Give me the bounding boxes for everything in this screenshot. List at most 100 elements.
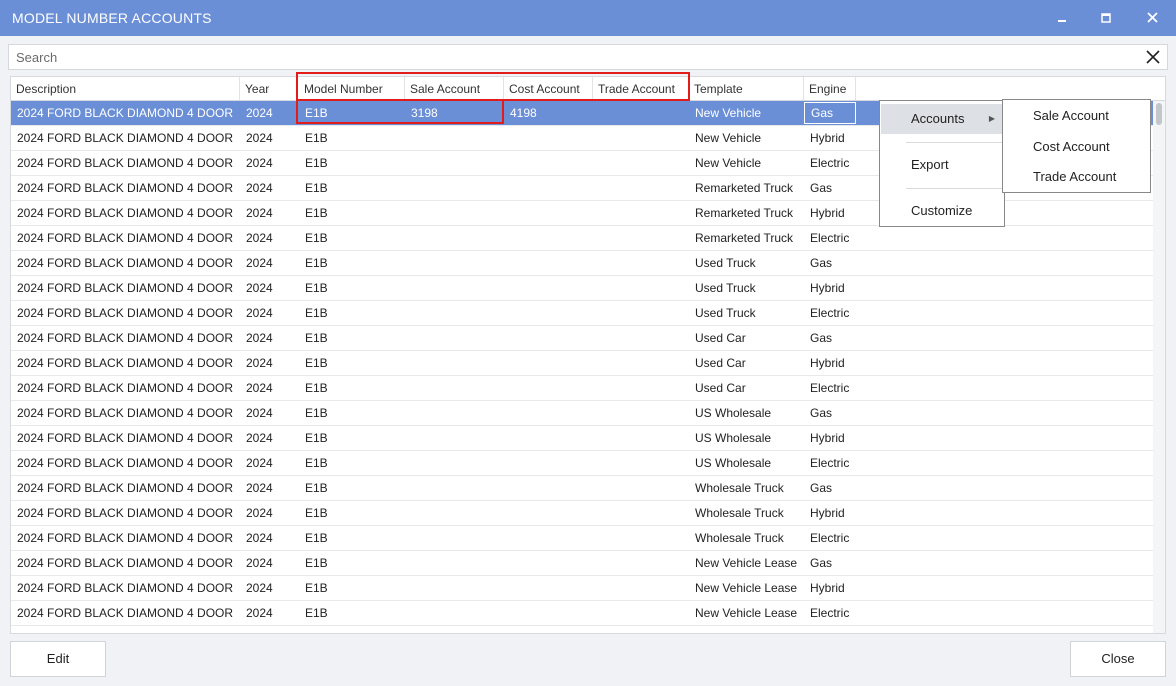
cell-template[interactable]: New Vehicle Lease <box>689 601 804 625</box>
cell-sale-account[interactable] <box>405 401 504 425</box>
cell-template[interactable]: Wholesale Truck <box>689 476 804 500</box>
cell-trade-account[interactable] <box>593 151 689 175</box>
cell-template[interactable]: Used Car <box>689 326 804 350</box>
cell-cost-account[interactable] <box>504 276 593 300</box>
cell-year[interactable]: 2024 <box>240 176 299 200</box>
cell-cost-account[interactable] <box>504 576 593 600</box>
table-row[interactable]: 2024 FORD BLACK DIAMOND 4 DOOR 2024 E1B New… <box>11 551 1154 576</box>
cell-year[interactable]: 2024 <box>240 351 299 375</box>
cell-sale-account[interactable] <box>405 426 504 450</box>
cell-description[interactable]: 2024 FORD BLACK DIAMOND 4 DOOR <box>11 476 240 500</box>
cell-engine[interactable]: Gas <box>804 401 856 425</box>
cell-cost-account[interactable] <box>504 126 593 150</box>
cell-engine[interactable]: Hybrid <box>804 276 856 300</box>
cell-model-number[interactable]: E1B <box>299 476 405 500</box>
cell-template[interactable]: Wholesale Truck <box>689 526 804 550</box>
cell-year[interactable]: 2024 <box>240 451 299 475</box>
cell-year[interactable]: 2024 <box>240 501 299 525</box>
cell-sale-account[interactable] <box>405 376 504 400</box>
cell-trade-account[interactable] <box>593 276 689 300</box>
cell-year[interactable]: 2024 <box>240 201 299 225</box>
cell-sale-account[interactable] <box>405 201 504 225</box>
table-row[interactable]: 2024 FORD BLACK DIAMOND 4 DOOR 2024 E1B US … <box>11 451 1154 476</box>
cell-engine[interactable]: Electric <box>804 601 856 625</box>
table-row[interactable]: 2024 FORD BLACK DIAMOND 4 DOOR 2024 E1B Use… <box>11 326 1154 351</box>
cell-year[interactable]: 2024 <box>240 576 299 600</box>
cell-year[interactable]: 2024 <box>240 376 299 400</box>
table-row[interactable]: 2024 FORD BLACK DIAMOND 4 DOOR 2024 E1B New… <box>11 576 1154 601</box>
cell-template[interactable]: New Vehicle Lease <box>689 551 804 575</box>
cell-sale-account[interactable] <box>405 601 504 625</box>
cell-template[interactable]: US Wholesale <box>689 401 804 425</box>
cell-sale-account[interactable] <box>405 501 504 525</box>
cell-cost-account[interactable] <box>504 201 593 225</box>
column-header-model-number[interactable]: Model Number <box>299 77 405 100</box>
cell-model-number[interactable]: E1B <box>299 151 405 175</box>
close-button[interactable]: Close <box>1070 641 1166 677</box>
cell-sale-account[interactable]: 3198 <box>405 101 504 125</box>
edit-button[interactable]: Edit <box>10 641 106 677</box>
table-row[interactable]: 2024 FORD BLACK DIAMOND 4 DOOR 2024 E1B Rem… <box>11 226 1154 251</box>
close-window-icon[interactable] <box>1130 0 1174 36</box>
cell-sale-account[interactable] <box>405 326 504 350</box>
submenu-item-sale-account[interactable]: Sale Account <box>1003 101 1150 131</box>
cell-cost-account[interactable] <box>504 426 593 450</box>
cell-model-number[interactable]: E1B <box>299 251 405 275</box>
cell-template[interactable]: Remarketed Truck <box>689 176 804 200</box>
cell-template[interactable]: Remarketed Truck <box>689 226 804 250</box>
cell-year[interactable]: 2024 <box>240 526 299 550</box>
cell-year[interactable]: 2024 <box>240 426 299 450</box>
cell-model-number[interactable]: E1B <box>299 201 405 225</box>
cell-description[interactable]: 2024 FORD BLACK DIAMOND 4 DOOR <box>11 126 240 150</box>
cell-sale-account[interactable] <box>405 451 504 475</box>
cell-engine[interactable]: Hybrid <box>804 201 856 225</box>
cell-year[interactable]: 2024 <box>240 126 299 150</box>
cell-model-number[interactable]: E1B <box>299 451 405 475</box>
cell-sale-account[interactable] <box>405 226 504 250</box>
cell-engine[interactable]: Hybrid <box>804 126 856 150</box>
cell-engine[interactable]: Electric <box>804 526 856 550</box>
column-header-trade-account[interactable]: Trade Account <box>593 77 689 100</box>
cell-model-number[interactable]: E1B <box>299 351 405 375</box>
cell-sale-account[interactable] <box>405 351 504 375</box>
cell-template[interactable]: Used Car <box>689 376 804 400</box>
cell-sale-account[interactable] <box>405 126 504 150</box>
menu-item-accounts[interactable]: Accounts ▶ <box>881 104 1003 134</box>
cell-description[interactable]: 2024 FORD BLACK DIAMOND 4 DOOR <box>11 276 240 300</box>
minimize-icon[interactable] <box>1040 0 1084 36</box>
cell-description[interactable]: 2024 FORD BLACK DIAMOND 4 DOOR <box>11 226 240 250</box>
cell-model-number[interactable]: E1B <box>299 101 405 125</box>
submenu-item-cost-account[interactable]: Cost Account <box>1003 132 1150 162</box>
cell-description[interactable]: 2024 FORD BLACK DIAMOND 4 DOOR <box>11 251 240 275</box>
cell-cost-account[interactable] <box>504 226 593 250</box>
menu-item-customize[interactable]: Customize <box>881 196 1003 226</box>
cell-description[interactable]: 2024 FORD BLACK DIAMOND 4 DOOR <box>11 501 240 525</box>
cell-cost-account[interactable]: 4198 <box>504 101 593 125</box>
search-input[interactable] <box>9 45 1134 69</box>
cell-trade-account[interactable] <box>593 476 689 500</box>
cell-trade-account[interactable] <box>593 501 689 525</box>
cell-description[interactable]: 2024 FORD BLACK DIAMOND 4 DOOR <box>11 176 240 200</box>
submenu-item-trade-account[interactable]: Trade Account <box>1003 162 1150 192</box>
cell-year[interactable]: 2024 <box>240 476 299 500</box>
column-header-engine[interactable]: Engine <box>804 77 856 100</box>
cell-trade-account[interactable] <box>593 301 689 325</box>
cell-cost-account[interactable] <box>504 526 593 550</box>
table-row[interactable]: 2024 FORD BLACK DIAMOND 4 DOOR 2024 E1B US … <box>11 426 1154 451</box>
cell-sale-account[interactable] <box>405 151 504 175</box>
cell-engine[interactable]: Gas <box>804 251 856 275</box>
cell-template[interactable]: US Wholesale <box>689 451 804 475</box>
cell-trade-account[interactable] <box>593 201 689 225</box>
cell-sale-account[interactable] <box>405 176 504 200</box>
cell-sale-account[interactable] <box>405 526 504 550</box>
cell-cost-account[interactable] <box>504 176 593 200</box>
cell-trade-account[interactable] <box>593 376 689 400</box>
cell-sale-account[interactable] <box>405 576 504 600</box>
cell-trade-account[interactable] <box>593 126 689 150</box>
cell-description[interactable]: 2024 FORD BLACK DIAMOND 4 DOOR <box>11 326 240 350</box>
cell-model-number[interactable]: E1B <box>299 376 405 400</box>
cell-sale-account[interactable] <box>405 551 504 575</box>
cell-template[interactable]: Used Truck <box>689 251 804 275</box>
cell-engine[interactable]: Electric <box>804 451 856 475</box>
cell-model-number[interactable]: E1B <box>299 401 405 425</box>
